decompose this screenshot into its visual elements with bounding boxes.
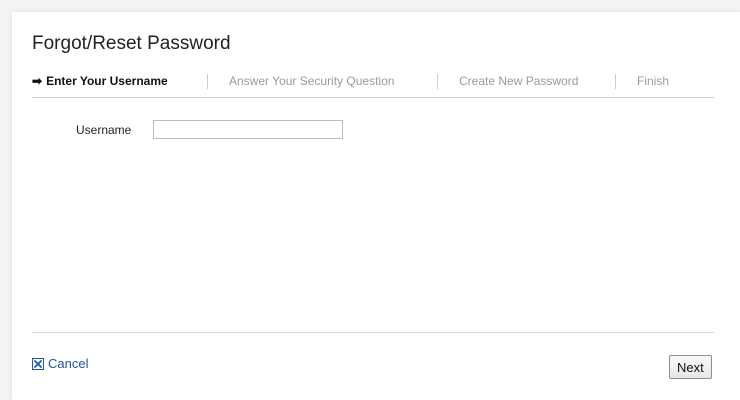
step-divider [615, 74, 616, 89]
step-security-question: Answer Your Security Question [229, 74, 394, 88]
page-title: Forgot/Reset Password [32, 33, 231, 54]
step-divider [437, 74, 438, 89]
close-box-icon [32, 357, 44, 370]
step-finish: Finish [637, 74, 669, 88]
cancel-link[interactable]: Cancel [32, 356, 88, 371]
step-divider [207, 74, 208, 89]
wizard-steps: ➡ Enter Your Username Answer Your Securit… [32, 74, 714, 98]
step-create-password: Create New Password [459, 74, 578, 88]
step-label: Answer Your Security Question [229, 74, 395, 88]
footer-divider [32, 332, 714, 333]
current-step-arrow-icon: ➡ [32, 74, 43, 88]
username-label: Username [76, 123, 132, 137]
step-label: Create New Password [459, 74, 579, 88]
username-input[interactable] [153, 120, 343, 139]
cancel-label: Cancel [48, 356, 89, 371]
step-label: Finish [637, 74, 670, 88]
reset-password-panel: Forgot/Reset Password ➡ Enter Your Userna… [12, 12, 740, 400]
step-enter-username: ➡ Enter Your Username [32, 74, 168, 88]
step-label: Enter Your Username [46, 74, 168, 88]
next-button[interactable]: Next [669, 355, 712, 379]
